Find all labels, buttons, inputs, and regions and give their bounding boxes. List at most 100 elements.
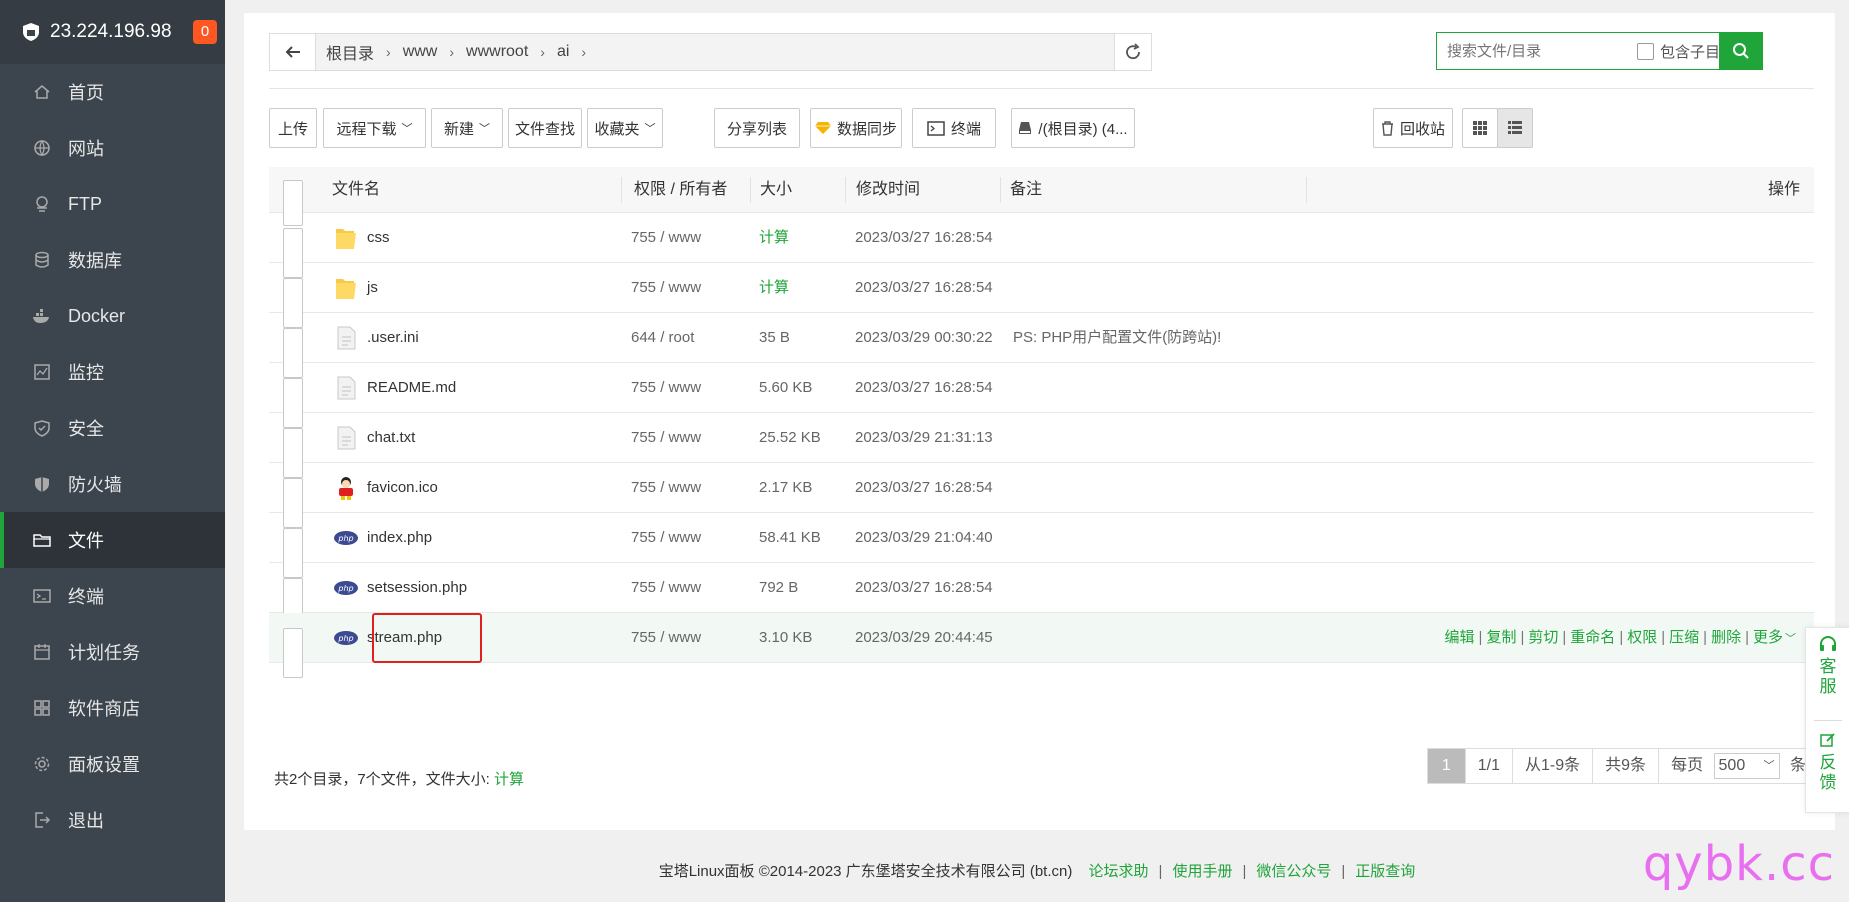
file-note[interactable]: PS: PHP用户配置文件(防跨站)! (1013, 313, 1221, 363)
wechat-link[interactable]: 微信公众号 (1256, 863, 1331, 880)
file-permission[interactable]: 755 / www (631, 463, 701, 513)
delete-link[interactable]: 删除 (1711, 629, 1741, 646)
calendar-icon (32, 642, 52, 662)
php-file-icon: php (334, 581, 358, 595)
sidebar-item-docker[interactable]: Docker (0, 288, 225, 344)
table-row[interactable]: js 755 / www 计算 2023/03/27 16:28:54 (269, 263, 1814, 328)
text-file-icon (337, 376, 356, 400)
feedback-button[interactable]: 反 馈 (1806, 732, 1849, 793)
sidebar-item-label: Docker (68, 305, 126, 326)
sidebar-item-cron[interactable]: 计划任务 (0, 624, 225, 680)
cut-link[interactable]: 剪切 (1528, 629, 1558, 646)
file-mtime: 2023/03/27 16:28:54 (855, 379, 993, 396)
file-permission[interactable]: 755 / www (631, 513, 701, 563)
text-file-icon (337, 326, 356, 350)
file-name[interactable]: setsession.php (367, 563, 467, 613)
per-page-select[interactable]: 500 ﹀ (1713, 752, 1780, 779)
file-permission[interactable]: 755 / www (631, 613, 701, 663)
watermark: qybk.cc (1642, 836, 1835, 892)
separator: | (1158, 863, 1163, 880)
forum-link[interactable]: 论坛求助 (1089, 863, 1149, 880)
sidebar-item-ftp[interactable]: FTP (0, 176, 225, 232)
per-page-control: 每页 500 ﹀ 条 (1659, 749, 1818, 783)
favicon-image-icon (339, 477, 353, 500)
sidebar-item-label: 软件商店 (68, 699, 140, 719)
page-current[interactable]: 1 (1427, 749, 1466, 783)
sidebar-item-firewall[interactable]: 防火墙 (0, 456, 225, 512)
file-mtime: 2023/03/29 00:30:22 (855, 329, 993, 346)
sidebar-item-settings[interactable]: 面板设置 (0, 736, 225, 792)
notification-badge[interactable]: 0 (193, 20, 217, 44)
table-row-selected[interactable]: php stream.php 755 / www 3.10 KB 2023/03… (269, 613, 1814, 678)
feedback-text-2: 馈 (1819, 773, 1837, 792)
file-size-calc[interactable]: 计算 (759, 213, 789, 263)
sidebar-item-logout[interactable]: 退出 (0, 792, 225, 848)
table-row[interactable]: css 755 / www 计算 2023/03/27 16:28:54 (269, 213, 1814, 278)
separator: | (1341, 863, 1346, 880)
sidebar-item-security[interactable]: 安全 (0, 400, 225, 456)
compress-link[interactable]: 压缩 (1669, 629, 1699, 646)
copy-link[interactable]: 复制 (1486, 629, 1516, 646)
file-mtime: 2023/03/29 20:44:45 (855, 629, 993, 646)
table-row[interactable]: .user.ini 644 / root 35 B 2023/03/29 00:… (269, 313, 1814, 378)
file-name[interactable]: css (367, 213, 390, 263)
folder-icon (336, 229, 356, 249)
permission-link[interactable]: 权限 (1627, 629, 1657, 646)
directory-summary: 共2个目录，7个文件，文件大小: 计算 (274, 768, 524, 789)
file-permission[interactable]: 755 / www (631, 263, 701, 313)
file-permission[interactable]: 755 / www (631, 413, 701, 463)
service-text-2: 服 (1819, 677, 1837, 696)
more-link[interactable]: 更多 (1753, 629, 1783, 646)
docker-icon (32, 306, 52, 326)
logout-icon (32, 810, 52, 830)
table-row[interactable]: favicon.ico 755 / www 2.17 KB 2023/03/27… (269, 463, 1814, 528)
file-name[interactable]: .user.ini (367, 313, 419, 363)
table-row[interactable]: chat.txt 755 / www 25.52 KB 2023/03/29 2… (269, 413, 1814, 478)
pagination: 1 1/1 从1-9条 共9条 每页 500 ﹀ 条 (1426, 748, 1819, 784)
sidebar-item-label: 退出 (68, 811, 104, 831)
file-name[interactable]: js (367, 263, 378, 313)
file-name[interactable]: chat.txt (367, 413, 415, 463)
ftp-icon (32, 194, 52, 214)
php-file-icon: php (334, 531, 358, 545)
summary-text: 共2个目录，7个文件，文件大小: (274, 771, 490, 788)
sidebar-item-home[interactable]: 首页 (0, 64, 225, 120)
php-file-icon: php (334, 631, 358, 645)
divider (1814, 720, 1842, 721)
separator: | (1745, 629, 1749, 646)
separator: | (1661, 629, 1666, 646)
file-permission[interactable]: 755 / www (631, 563, 701, 613)
rename-link[interactable]: 重命名 (1570, 629, 1615, 646)
feedback-text-1: 反 (1819, 753, 1837, 772)
file-size: 35 B (759, 329, 790, 346)
sidebar-item-terminal[interactable]: 终端 (0, 568, 225, 624)
page-footer: 宝塔Linux面板 ©2014-2023 广东堡塔安全技术有限公司 (bt.cn… (225, 860, 1849, 881)
sidebar-item-files[interactable]: 文件 (0, 512, 225, 568)
sidebar-item-label: 监控 (68, 363, 104, 383)
file-name[interactable]: README.md (367, 363, 456, 413)
sidebar-item-label: 网站 (68, 139, 104, 159)
sidebar-item-database[interactable]: 数据库 (0, 232, 225, 288)
file-size-calc[interactable]: 计算 (759, 263, 789, 313)
sidebar-item-monitor[interactable]: 监控 (0, 344, 225, 400)
edit-link[interactable]: 编辑 (1445, 629, 1475, 646)
table-row[interactable]: php setsession.php 755 / www 792 B 2023/… (269, 563, 1814, 628)
chevron-down-icon: ﹀ (1785, 633, 1796, 645)
file-permission[interactable]: 644 / root (631, 313, 694, 363)
per-page-label: 每页 (1671, 757, 1704, 774)
sidebar-item-store[interactable]: 软件商店 (0, 680, 225, 736)
license-check-link[interactable]: 正版查询 (1355, 863, 1415, 880)
separator: | (1562, 629, 1567, 646)
manual-link[interactable]: 使用手册 (1172, 863, 1232, 880)
file-name[interactable]: favicon.ico (367, 463, 438, 513)
file-permission[interactable]: 755 / www (631, 213, 701, 263)
file-permission[interactable]: 755 / www (631, 363, 701, 413)
customer-service-button[interactable]: 客 服 (1806, 636, 1849, 697)
table-row[interactable]: README.md 755 / www 5.60 KB 2023/03/27 1… (269, 363, 1814, 428)
sidebar: 23.224.196.98 0 首页 网站 FTP 数据库 Docker 监控 … (0, 0, 225, 902)
table-row[interactable]: php index.php 755 / www 58.41 KB 2023/03… (269, 513, 1814, 578)
file-name[interactable]: index.php (367, 513, 432, 563)
sidebar-item-website[interactable]: 网站 (0, 120, 225, 176)
calc-total-size-link[interactable]: 计算 (494, 771, 524, 788)
row-checkbox[interactable] (283, 628, 303, 678)
